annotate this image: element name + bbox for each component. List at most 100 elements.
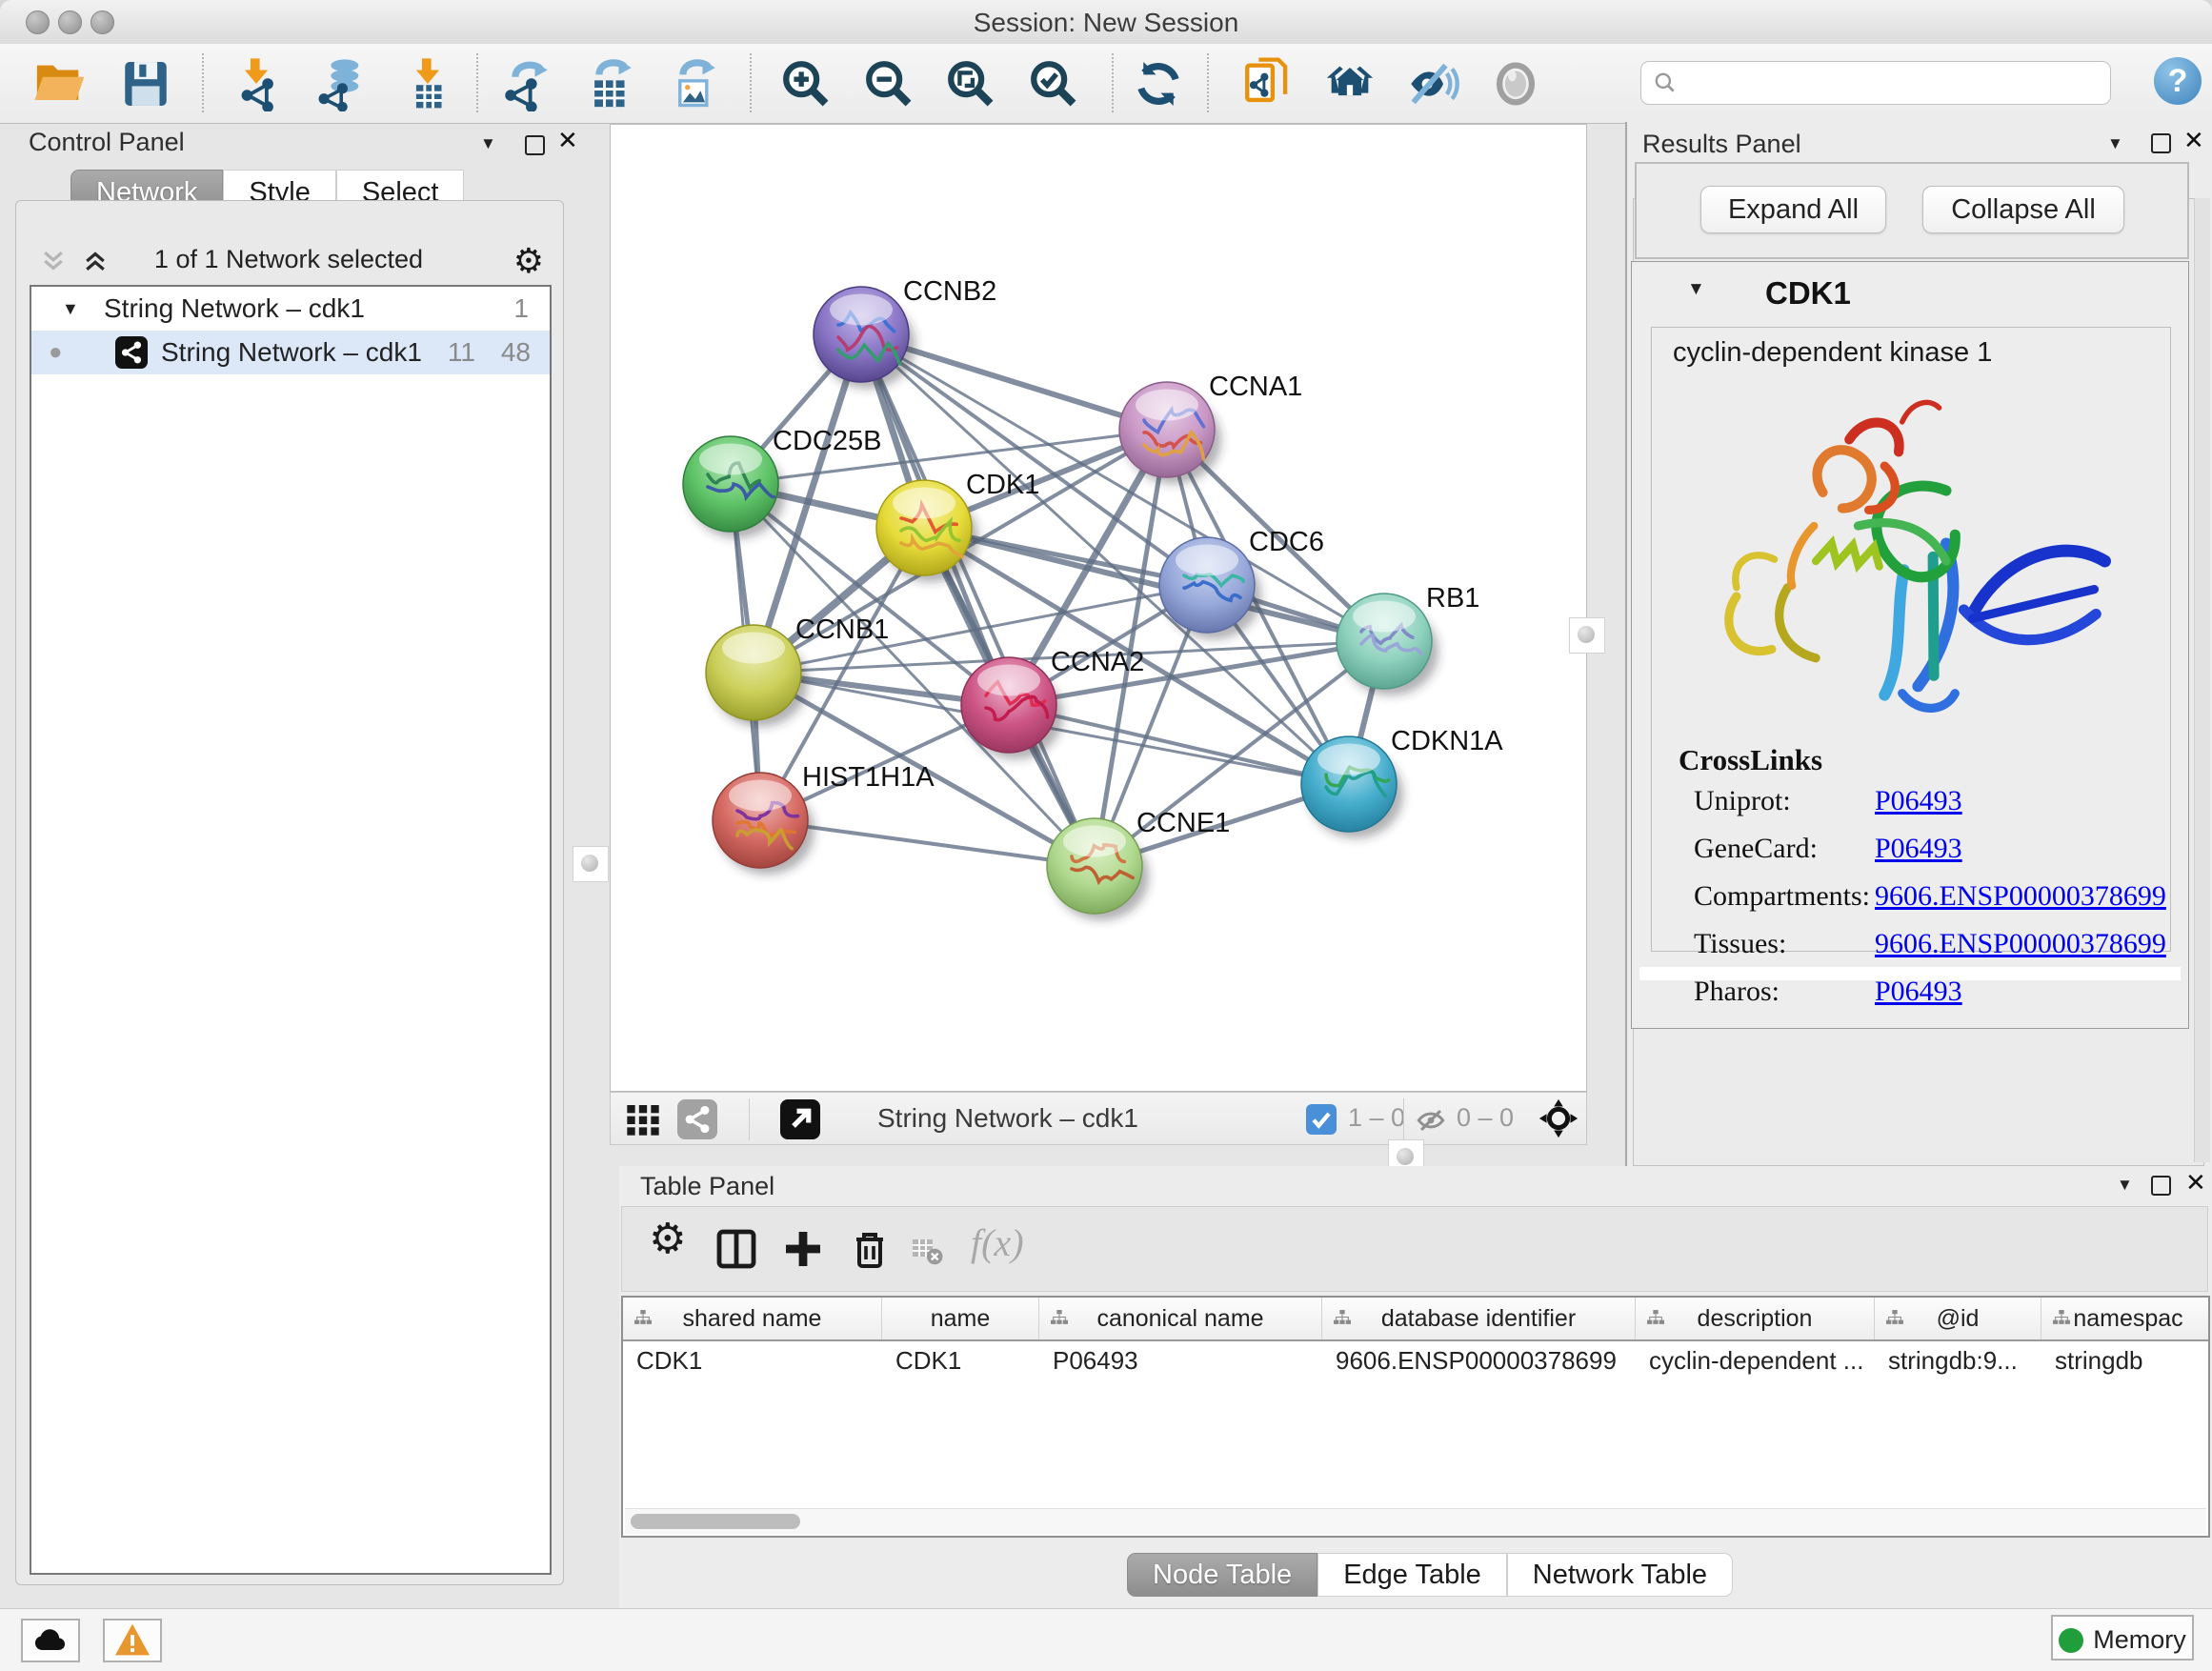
panel-menu-icon[interactable]: ▼: [2117, 1176, 2133, 1195]
panel-menu-icon[interactable]: ▼: [2107, 134, 2123, 153]
network-node-CDK1[interactable]: CDK1: [876, 470, 1039, 582]
table-cell[interactable]: cyclin-dependent ...: [1636, 1341, 1875, 1381]
network-panel-body: 1 of 1 Network selected ⚙ ▼ String Netwo…: [15, 200, 564, 1585]
add-column-icon[interactable]: [780, 1226, 826, 1272]
export-network-icon[interactable]: [499, 56, 554, 111]
crosslink-link[interactable]: P06493: [1875, 833, 1962, 865]
warning-button[interactable]: [103, 1619, 162, 1662]
column-label: name: [931, 1305, 991, 1332]
table-settings-gear-icon[interactable]: ⚙: [649, 1215, 686, 1263]
scrollbar-thumb[interactable]: [631, 1514, 800, 1529]
network-collection-row[interactable]: ▼ String Network – cdk1 1: [31, 287, 550, 331]
delete-table-icon[interactable]: [910, 1234, 944, 1268]
show-columns-icon[interactable]: [714, 1226, 759, 1272]
network-node-CDKN1A[interactable]: CDKN1A: [1301, 726, 1503, 838]
cloud-button[interactable]: [21, 1619, 80, 1662]
network-node-CCNA1[interactable]: CCNA1: [1119, 372, 1302, 484]
memory-button[interactable]: Memory: [2051, 1615, 2194, 1661]
table-cell[interactable]: 9606.ENSP00000378699: [1322, 1341, 1636, 1381]
network-graph[interactable]: CCNB2CCNA1CDC25BCDK1CDC6RB1CCNB1CCNA2CDK…: [611, 125, 1586, 1091]
node-table[interactable]: shared name name canonical namedatabase id…: [621, 1296, 2210, 1538]
network-node-HIST1H1A[interactable]: HIST1H1A: [713, 762, 935, 875]
tab-edge-table[interactable]: Edge Table: [1317, 1553, 1507, 1597]
panel-close-icon[interactable]: ✕: [2185, 1168, 2206, 1198]
delete-column-trash-icon[interactable]: [847, 1226, 893, 1272]
results-panel-title: Results Panel: [1642, 130, 1801, 159]
import-table-file-icon[interactable]: [400, 56, 455, 111]
network-node-CCNB1[interactable]: CCNB1: [706, 614, 889, 727]
hidden-eye-icon[interactable]: [1415, 1104, 1447, 1137]
network-share-icon[interactable]: [677, 1099, 717, 1139]
panel-close-icon[interactable]: ✕: [557, 126, 578, 155]
import-network-database-icon[interactable]: [312, 56, 368, 111]
table-cell[interactable]: stringdb: [2041, 1341, 2210, 1381]
gear-icon[interactable]: ⚙: [513, 241, 544, 281]
network-node-CDC25B[interactable]: CDC25B: [683, 426, 881, 538]
crosslink-link[interactable]: 9606.ENSP00000378699: [1875, 928, 2166, 960]
collapse-gene-icon[interactable]: ▼: [1687, 279, 1705, 300]
collapse-all-button[interactable]: Collapse All: [1922, 186, 2124, 233]
detach-view-icon[interactable]: [780, 1099, 820, 1139]
zoom-fit-icon[interactable]: [943, 56, 998, 111]
search-input[interactable]: [1687, 66, 2101, 100]
hide-details-eye-icon[interactable]: [1404, 56, 1459, 111]
table-cell[interactable]: CDK1: [623, 1341, 882, 1381]
import-network-file-icon[interactable]: [229, 56, 284, 111]
table-horizontal-scrollbar[interactable]: [625, 1508, 2206, 1534]
panel-float-icon[interactable]: [2151, 1176, 2171, 1196]
table-row[interactable]: CDK1CDK1P064939606.ENSP00000378699cyclin…: [623, 1341, 2208, 1381]
crosslinks-heading: CrossLinks: [1679, 743, 1822, 777]
panel-float-icon[interactable]: [2151, 133, 2171, 153]
network-row-selected[interactable]: ● String Network – cdk1 11 48: [31, 331, 550, 374]
column-header-4[interactable]: description: [1636, 1298, 1875, 1339]
network-canvas[interactable]: CCNB2CCNA1CDC25BCDK1CDC6RB1CCNB1CCNA2CDK…: [610, 124, 1587, 1092]
network-tree: ▼ String Network – cdk1 1 ● String Netwo…: [30, 285, 552, 1575]
zoom-out-icon[interactable]: [861, 56, 916, 111]
selected-checkbox-icon[interactable]: [1306, 1104, 1337, 1135]
search-field[interactable]: [1640, 61, 2111, 105]
help-button[interactable]: ?: [2154, 57, 2202, 105]
memory-label: Memory: [2093, 1625, 2186, 1654]
network-node-CCNE1[interactable]: CCNE1: [1047, 808, 1230, 920]
export-table-icon[interactable]: [583, 56, 638, 111]
table-cell[interactable]: stringdb:9...: [1875, 1341, 2041, 1381]
save-session-icon[interactable]: [118, 56, 173, 111]
table-cell[interactable]: CDK1: [882, 1341, 1039, 1381]
column-header-5[interactable]: @id: [1875, 1298, 2041, 1339]
column-header-3[interactable]: database identifier: [1322, 1298, 1636, 1339]
network-node-CCNB2[interactable]: CCNB2: [814, 276, 996, 389]
collection-expand-icon[interactable]: ▼: [62, 287, 79, 331]
crosslink-link[interactable]: 9606.ENSP00000378699: [1875, 880, 2166, 913]
left-splitter-handle[interactable]: [573, 846, 609, 882]
column-header-6[interactable]: namespac: [2041, 1298, 2210, 1339]
open-session-icon[interactable]: [32, 56, 88, 111]
right-splitter-handle[interactable]: [1569, 617, 1605, 654]
gene-card-header[interactable]: ▼ CDK1: [1632, 262, 2188, 325]
column-header-1[interactable]: name: [882, 1298, 1039, 1339]
fit-crosshair-icon[interactable]: [1537, 1097, 1580, 1140]
panel-menu-icon[interactable]: ▼: [480, 134, 496, 153]
table-header-row[interactable]: shared name name canonical namedatabase id…: [623, 1298, 2208, 1341]
expand-all-button[interactable]: Expand All: [1700, 186, 1886, 233]
panel-float-icon[interactable]: [525, 135, 545, 155]
zoom-in-icon[interactable]: [778, 56, 834, 111]
column-header-0[interactable]: shared name: [623, 1298, 882, 1339]
export-image-icon[interactable]: [667, 56, 722, 111]
apply-layout-icon[interactable]: [1131, 56, 1186, 111]
tab-network-table[interactable]: Network Table: [1507, 1553, 1733, 1597]
function-builder-icon[interactable]: f(x): [971, 1220, 1024, 1265]
zoom-selected-icon[interactable]: [1026, 56, 1081, 111]
column-header-2[interactable]: canonical name: [1039, 1298, 1322, 1339]
table-cell[interactable]: P06493: [1039, 1341, 1322, 1381]
birdseye-grid-icon[interactable]: [624, 1100, 662, 1138]
panel-close-icon[interactable]: ✕: [2183, 126, 2204, 155]
crosslink-link[interactable]: P06493: [1875, 976, 1962, 1008]
houses-icon[interactable]: [1322, 56, 1377, 111]
results-scrollbar[interactable]: [2194, 198, 2210, 1162]
network-node-RB1[interactable]: RB1: [1337, 583, 1479, 695]
crosslink-link[interactable]: P06493: [1875, 785, 1962, 817]
new-network-from-selection-icon[interactable]: [1240, 56, 1296, 111]
show-details-eye-icon[interactable]: [1488, 56, 1543, 111]
tab-node-table[interactable]: Node Table: [1127, 1553, 1317, 1597]
node-count: 11: [448, 331, 475, 374]
